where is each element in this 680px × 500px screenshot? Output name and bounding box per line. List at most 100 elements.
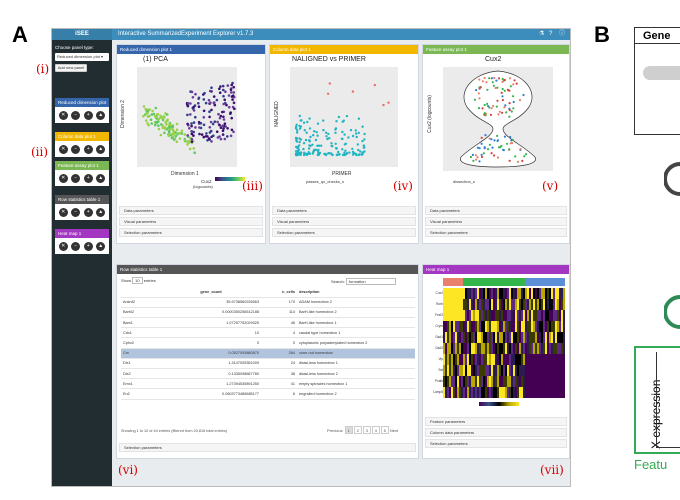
param-row[interactable]: Selection parameters xyxy=(119,228,263,237)
add-panel-button[interactable]: Add new panel xyxy=(55,64,87,72)
pca-point xyxy=(232,101,236,105)
flask-icon[interactable]: ⚗ xyxy=(539,29,544,40)
param-row[interactable]: Feature parameters xyxy=(425,417,567,426)
column-header[interactable]: description xyxy=(297,287,415,298)
up-icon[interactable]: ▲ xyxy=(96,173,106,183)
trash-icon[interactable]: ✕ xyxy=(58,173,68,183)
table-row[interactable]: Dlx2 0.1335098667780 38 distal-less homeobo… xyxy=(121,368,415,380)
heatmap-cell xyxy=(527,365,529,376)
minus-icon[interactable]: − xyxy=(71,207,81,217)
page-button[interactable]: 1 xyxy=(344,426,353,434)
param-row[interactable]: Column data parameters xyxy=(425,428,567,437)
param-row[interactable]: Visual parameters xyxy=(119,217,263,226)
trash-icon[interactable]: ✕ xyxy=(58,110,68,120)
coldata-point xyxy=(356,143,359,146)
param-row[interactable]: Data parameters xyxy=(272,206,416,215)
heatmap-cell xyxy=(473,310,475,321)
heatmap-cell xyxy=(559,376,561,387)
table-row[interactable]: En2 0.0603773486685177 6 engrailed homeobox… xyxy=(121,388,415,400)
heatmap-cell xyxy=(531,354,533,365)
violin-point xyxy=(506,88,509,91)
question-icon[interactable]: ? xyxy=(549,29,552,40)
coldata-point xyxy=(302,121,306,124)
trash-icon[interactable]: ✕ xyxy=(58,241,68,251)
figure-label-b: B xyxy=(594,22,610,47)
param-row[interactable]: Selection parameters xyxy=(425,228,567,237)
up-icon[interactable]: ▲ xyxy=(96,241,106,251)
next-page-link[interactable]: Next xyxy=(390,428,398,433)
table-cell: En2 xyxy=(121,388,161,400)
plus-icon[interactable]: + xyxy=(83,144,93,154)
table-row[interactable]: Barx1 1.07297752029325 46 BarH-like homeobo… xyxy=(121,317,415,329)
up-icon[interactable]: ▲ xyxy=(96,110,106,120)
up-icon[interactable]: ▲ xyxy=(96,207,106,217)
heatmap-cell xyxy=(453,387,455,398)
heatmap-cell xyxy=(447,343,449,354)
table-row[interactable]: Emx1 1.27394535891250 41 empty spiracles ho… xyxy=(121,378,415,390)
param-row[interactable]: Visual parameters xyxy=(272,217,416,226)
pca-scatter xyxy=(142,81,236,154)
pca-point xyxy=(174,135,178,138)
page-button[interactable]: 2 xyxy=(353,426,362,434)
table-row[interactable]: Cdx1 10 4 caudal type homeobox 1 xyxy=(121,327,415,339)
minus-icon[interactable]: − xyxy=(71,241,81,251)
table-row[interactable]: Barhl2 0.0000350256512188 114 BarH-like hom… xyxy=(121,307,415,319)
table-row[interactable]: Crx 0.0527093880870 264 cone-rod homeobox xyxy=(121,348,415,359)
heatmap-cell xyxy=(487,387,489,398)
minus-icon[interactable]: − xyxy=(71,144,81,154)
heatmap-cell xyxy=(477,321,479,332)
coldata-plot-area[interactable] xyxy=(290,67,398,167)
param-row[interactable]: Selection parameters xyxy=(425,439,567,448)
pca-plot-area[interactable] xyxy=(137,67,237,167)
heatmap-area[interactable] xyxy=(443,278,565,398)
trash-icon[interactable]: ✕ xyxy=(58,144,68,154)
page-button[interactable]: 5 xyxy=(380,426,389,434)
column-header[interactable] xyxy=(121,287,161,298)
heatmap-cell xyxy=(529,365,531,376)
plus-icon[interactable]: + xyxy=(83,207,93,217)
heatmap-cell xyxy=(523,299,525,310)
table-row[interactable]: Cphx2 0 0 cytoplasmic polyadenylated homeob… xyxy=(121,337,415,349)
search-input[interactable]: formation xyxy=(345,278,396,285)
previous-page-link[interactable]: Previous xyxy=(327,428,343,433)
heatmap-cell xyxy=(507,376,509,387)
trash-icon[interactable]: ✕ xyxy=(58,207,68,217)
plus-icon[interactable]: + xyxy=(83,173,93,183)
violin-point xyxy=(478,97,481,100)
coldata-point xyxy=(306,120,309,124)
heatmap-cell xyxy=(561,332,563,343)
pca-point xyxy=(222,88,225,92)
app-logo[interactable]: iSEE xyxy=(52,29,112,40)
pca-point xyxy=(142,105,146,108)
table-row[interactable]: Dlx1 1.3147005351009 24 distal-less homeobo… xyxy=(121,358,415,370)
param-row[interactable]: Selection parameters xyxy=(119,443,416,452)
column-header[interactable]: gene_count xyxy=(161,287,261,298)
param-row[interactable]: Visual parameters xyxy=(425,217,567,226)
sidebar: Choose panel type: Reduced dimension plo… xyxy=(52,40,112,486)
heatmap-cell xyxy=(519,343,521,354)
plus-icon[interactable]: + xyxy=(83,110,93,120)
heatmap-cell xyxy=(517,376,519,387)
minus-icon[interactable]: − xyxy=(71,110,81,120)
up-icon[interactable]: ▲ xyxy=(96,144,106,154)
violin-plot-area[interactable] xyxy=(443,67,553,171)
heatmap-cell xyxy=(467,332,469,343)
table-row[interactable]: Ankrd2 35.9738560226563 170 ADAM homeobox 2 xyxy=(121,297,415,308)
page-button[interactable]: 4 xyxy=(371,426,380,434)
info-icon[interactable]: ⓘ xyxy=(559,29,565,40)
page-size-select[interactable]: 10 xyxy=(132,277,143,284)
heatmap-cell xyxy=(475,343,477,354)
plus-icon[interactable]: + xyxy=(83,241,93,251)
minus-icon[interactable]: − xyxy=(71,173,81,183)
heatmap-cell xyxy=(463,310,465,321)
param-row[interactable]: Selection parameters xyxy=(272,228,416,237)
heatmap-cell xyxy=(509,321,511,332)
param-row[interactable]: Data parameters xyxy=(425,206,567,215)
page-button[interactable]: 3 xyxy=(362,426,371,434)
param-row[interactable]: Data parameters xyxy=(119,206,263,215)
heatmap-gene-label: Gad1 xyxy=(435,335,443,339)
column-header[interactable]: n_cells xyxy=(261,287,297,298)
heatmap-cell xyxy=(561,387,563,398)
x-axis-line xyxy=(656,447,680,448)
panel-type-select[interactable]: Reduced dimension plot ▾ xyxy=(55,53,109,61)
